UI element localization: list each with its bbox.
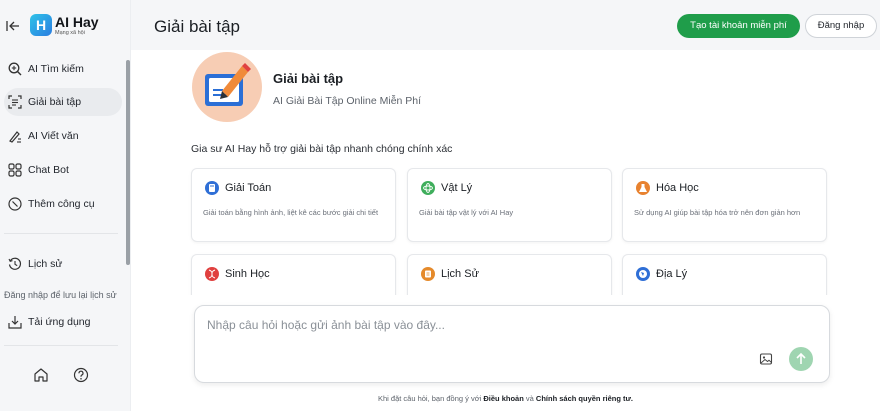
flask-icon xyxy=(636,181,650,195)
collapse-arrow-icon[interactable] xyxy=(6,19,20,33)
card-description: Giải bài tập vật lý với AI Hay xyxy=(419,208,514,217)
subject-card-physics[interactable]: Vật Lý Giải bài tập vật lý với AI Hay xyxy=(407,168,612,242)
sidebar-item-ai-search[interactable]: AI Tìm kiếm xyxy=(4,55,122,83)
question-input-box xyxy=(194,305,830,383)
content-scroll-area[interactable]: Giải bài tập AI Giải Bài Tập Online Miễn… xyxy=(131,50,880,295)
search-plus-icon xyxy=(8,62,22,76)
terms-link[interactable]: Điều khoản xyxy=(483,394,523,403)
help-icon[interactable] xyxy=(73,367,89,383)
arrow-up-icon xyxy=(796,352,806,364)
hero-subtitle: AI Giải Bài Tập Online Miễn Phí xyxy=(273,95,422,107)
image-upload-icon[interactable] xyxy=(759,352,773,366)
question-input[interactable] xyxy=(207,316,727,334)
card-title: Lịch Sử xyxy=(441,268,479,280)
main-panel: Giải bài tập AI Giải Bài Tập Online Miễn… xyxy=(131,50,880,411)
terms-and: và xyxy=(523,394,536,403)
sidebar-item-label: AI Tìm kiếm xyxy=(28,63,84,75)
tablet-pen-icon xyxy=(205,63,251,106)
logo-mark[interactable]: H xyxy=(30,14,52,36)
terms-prefix: Khi đặt câu hỏi, bạn đồng ý với xyxy=(377,394,484,403)
card-title: Hóa Học xyxy=(656,182,699,194)
sidebar-item-label: Chat Bot xyxy=(28,164,69,176)
sidebar: H AI Hay Mạng xã hội AI Tìm kiếm Giải bà… xyxy=(0,0,131,411)
card-title: Địa Lý xyxy=(656,268,688,280)
card-title: Giải Toán xyxy=(225,182,272,194)
hero-title: Giải bài tập xyxy=(273,71,344,86)
privacy-link[interactable]: Chính sách quyền riêng tư. xyxy=(536,394,633,403)
logo-tagline: Mạng xã hội xyxy=(55,30,85,36)
terms-notice: Khi đặt câu hỏi, bạn đồng ý với Điều kho… xyxy=(131,394,880,403)
sidebar-item-label: AI Viết văn xyxy=(28,130,79,142)
login-button[interactable]: Đăng nhập xyxy=(805,14,877,38)
history-icon xyxy=(8,257,21,270)
sidebar-divider xyxy=(4,345,118,346)
dna-icon xyxy=(205,267,219,281)
create-account-button[interactable]: Tạo tài khoản miễn phí xyxy=(677,14,800,38)
card-description: Sử dụng AI giúp bài tập hóa trở nên đơn … xyxy=(634,208,801,217)
card-title: Sinh Học xyxy=(225,268,270,280)
sidebar-item-history[interactable]: Lịch sử xyxy=(4,250,122,278)
sidebar-scrollbar[interactable] xyxy=(126,60,130,265)
page-title: Giải bài tập xyxy=(154,17,240,36)
globe-icon xyxy=(636,267,650,281)
sidebar-divider xyxy=(4,233,118,234)
card-description: Giải toán bằng hình ảnh, liệt kê các bướ… xyxy=(203,208,379,217)
scroll-icon xyxy=(421,267,435,281)
atom-icon xyxy=(421,181,435,195)
logo-name[interactable]: AI Hay xyxy=(55,14,99,30)
subject-card-chemistry[interactable]: Hóa Học Sử dụng AI giúp bài tập hóa trở … xyxy=(622,168,827,242)
subject-card-history[interactable]: Lịch Sử xyxy=(407,254,612,295)
card-title: Vật Lý xyxy=(441,182,473,194)
compass-icon xyxy=(8,197,22,211)
sidebar-item-label: Lịch sử xyxy=(28,258,63,270)
sidebar-item-label: Thêm công cụ xyxy=(28,198,95,210)
sidebar-item-ai-writer[interactable]: AI Viết văn xyxy=(4,122,122,150)
pen-lines-icon xyxy=(9,131,21,143)
sidebar-item-homework[interactable]: Giải bài tập xyxy=(4,88,122,116)
sidebar-item-download-app[interactable]: Tải ứng dụng xyxy=(4,308,122,336)
scan-text-icon xyxy=(8,95,22,109)
sidebar-header: H AI Hay Mạng xã hội xyxy=(0,13,131,39)
sidebar-item-chat-bot[interactable]: Chat Bot xyxy=(4,156,122,184)
subject-card-geography[interactable]: Địa Lý xyxy=(622,254,827,295)
send-button[interactable] xyxy=(789,347,813,371)
download-icon xyxy=(8,316,22,329)
subject-card-math[interactable]: Giải Toán Giải toán bằng hình ảnh, liệt … xyxy=(191,168,396,242)
intro-text: Gia sư AI Hay hỗ trợ giải bài tập nhanh … xyxy=(191,143,453,155)
homework-hero-illustration xyxy=(192,52,262,122)
sidebar-item-label: Giải bài tập xyxy=(28,96,82,108)
home-icon[interactable] xyxy=(33,367,49,383)
subject-card-biology[interactable]: Sinh Học xyxy=(191,254,396,295)
login-to-save-history-hint[interactable]: Đăng nhập để lưu lại lịch sử xyxy=(4,290,132,300)
calculator-icon xyxy=(205,181,219,195)
sidebar-item-more-tools[interactable]: Thêm công cụ xyxy=(4,190,122,218)
chat-grid-icon xyxy=(8,163,22,177)
sidebar-item-label: Tải ứng dụng xyxy=(28,316,91,328)
